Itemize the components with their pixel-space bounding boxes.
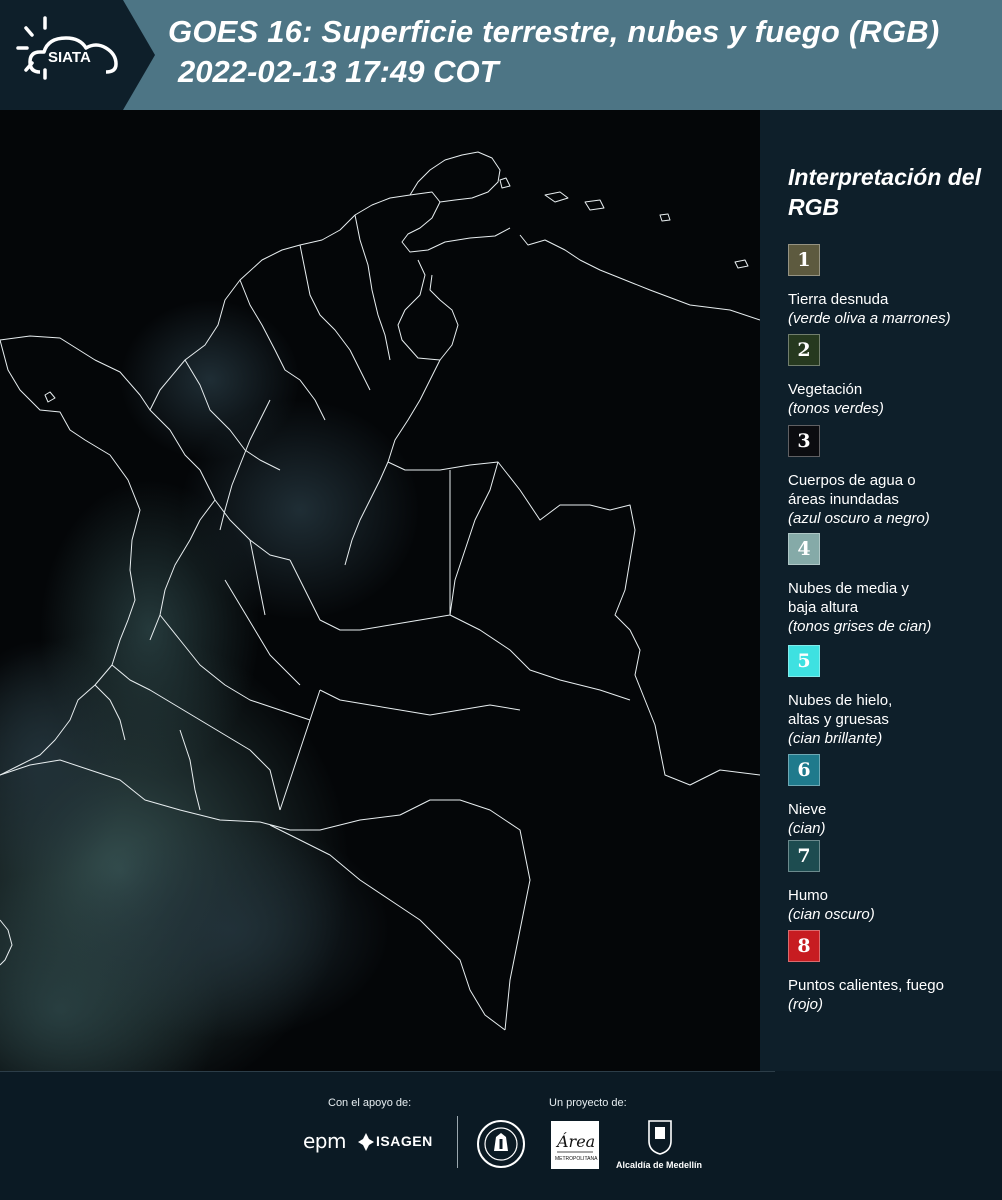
support-caption: Con el apoyo de: (328, 1097, 412, 1109)
footer: Con el apoyo de: Un proyecto de: epm ISA… (0, 1071, 1002, 1200)
area-metropolitana-logo: Área METROPOLITANA (551, 1121, 599, 1174)
header-bar: SIATA GOES 16: Superficie terrestre, nub… (0, 0, 1002, 110)
legend-swatch: 2 (788, 334, 820, 366)
legend-swatch: 1 (788, 244, 820, 276)
legend-sublabel: (azul oscuro a negro) (788, 510, 930, 527)
legend-sublabel: (cian) (788, 820, 826, 837)
svg-text:METROPOLITANA: METROPOLITANA (555, 1156, 598, 1162)
satellite-map[interactable] (0, 110, 761, 1071)
siata-logo: SIATA (0, 0, 155, 110)
legend-label: Puntos calientes, fuego (788, 977, 944, 994)
legend-item-7: 7 Humo (cian oscuro) (788, 840, 998, 924)
project-caption: Un proyecto de: (549, 1097, 627, 1109)
page-timestamp: 2022-02-13 17:49 COT (178, 54, 499, 89)
legend-item-8: 8 Puntos calientes, fuego (rojo) (788, 930, 998, 1014)
legend-swatch: 5 (788, 645, 820, 677)
footer-divider-line (0, 1071, 775, 1072)
footer-vertical-divider (457, 1116, 458, 1168)
legend-sublabel: (cian oscuro) (788, 906, 875, 923)
legend-item-2: 2 Vegetación (tonos verdes) (788, 334, 998, 418)
legend-label: Nubes de media y baja altura (788, 580, 909, 616)
legend-swatch: 4 (788, 533, 820, 565)
legend-label: Nubes de hielo, altas y gruesas (788, 692, 893, 728)
legend-title: Interpretación del RGB (788, 164, 981, 220)
legend-sublabel: (verde oliva a marrones) (788, 310, 951, 327)
legend-label: Vegetación (788, 381, 863, 398)
map-satellite-image (0, 110, 760, 1071)
legend-item-3: 3 Cuerpos de agua o áreas inundadas (azul … (788, 425, 998, 528)
legend-swatch: 8 (788, 930, 820, 962)
legend-sublabel: (cian brillante) (788, 730, 883, 747)
legend-item-1: 1 Tierra desnuda (verde oliva a marrones) (788, 244, 998, 328)
siata-logo-text: SIATA (48, 49, 91, 66)
legend-swatch: 3 (788, 425, 820, 457)
page-title: GOES 16: Superficie terrestre, nubes y f… (168, 14, 940, 49)
medellin-shield-icon (648, 1120, 672, 1155)
legend-panel: Interpretación del RGB 1 Tierra desnuda (v… (760, 110, 1002, 1071)
legend-label: Humo (788, 887, 829, 904)
alcaldia-medellin-logo (615, 1119, 705, 1160)
legend-item-5: 5 Nubes de hielo, altas y gruesas (cian br… (788, 645, 998, 748)
university-seal-logo (476, 1119, 526, 1174)
legend-label: Cuerpos de agua o áreas inundadas (788, 472, 916, 508)
legend-sublabel: (tonos verdes) (788, 400, 884, 417)
legend-item-6: 6 Nieve (cian) (788, 754, 998, 838)
legend-sublabel: (rojo) (788, 996, 824, 1013)
legend-label: Nieve (788, 801, 827, 818)
alcaldia-medellin-label: Alcaldía de Medellín (615, 1160, 703, 1170)
legend-swatch: 6 (788, 754, 820, 786)
legend-swatch: 7 (788, 840, 820, 872)
svg-text:Área: Área (555, 1131, 595, 1151)
legend-label: Tierra desnuda (788, 291, 889, 308)
isagen-logo-text: ISAGEN (376, 1133, 433, 1149)
legend-item-4: 4 Nubes de media y baja altura (tonos gris… (788, 533, 998, 636)
epm-logo: epm (303, 1129, 346, 1153)
legend-sublabel: (tonos grises de cian) (788, 618, 932, 635)
isagen-icon (358, 1133, 374, 1151)
